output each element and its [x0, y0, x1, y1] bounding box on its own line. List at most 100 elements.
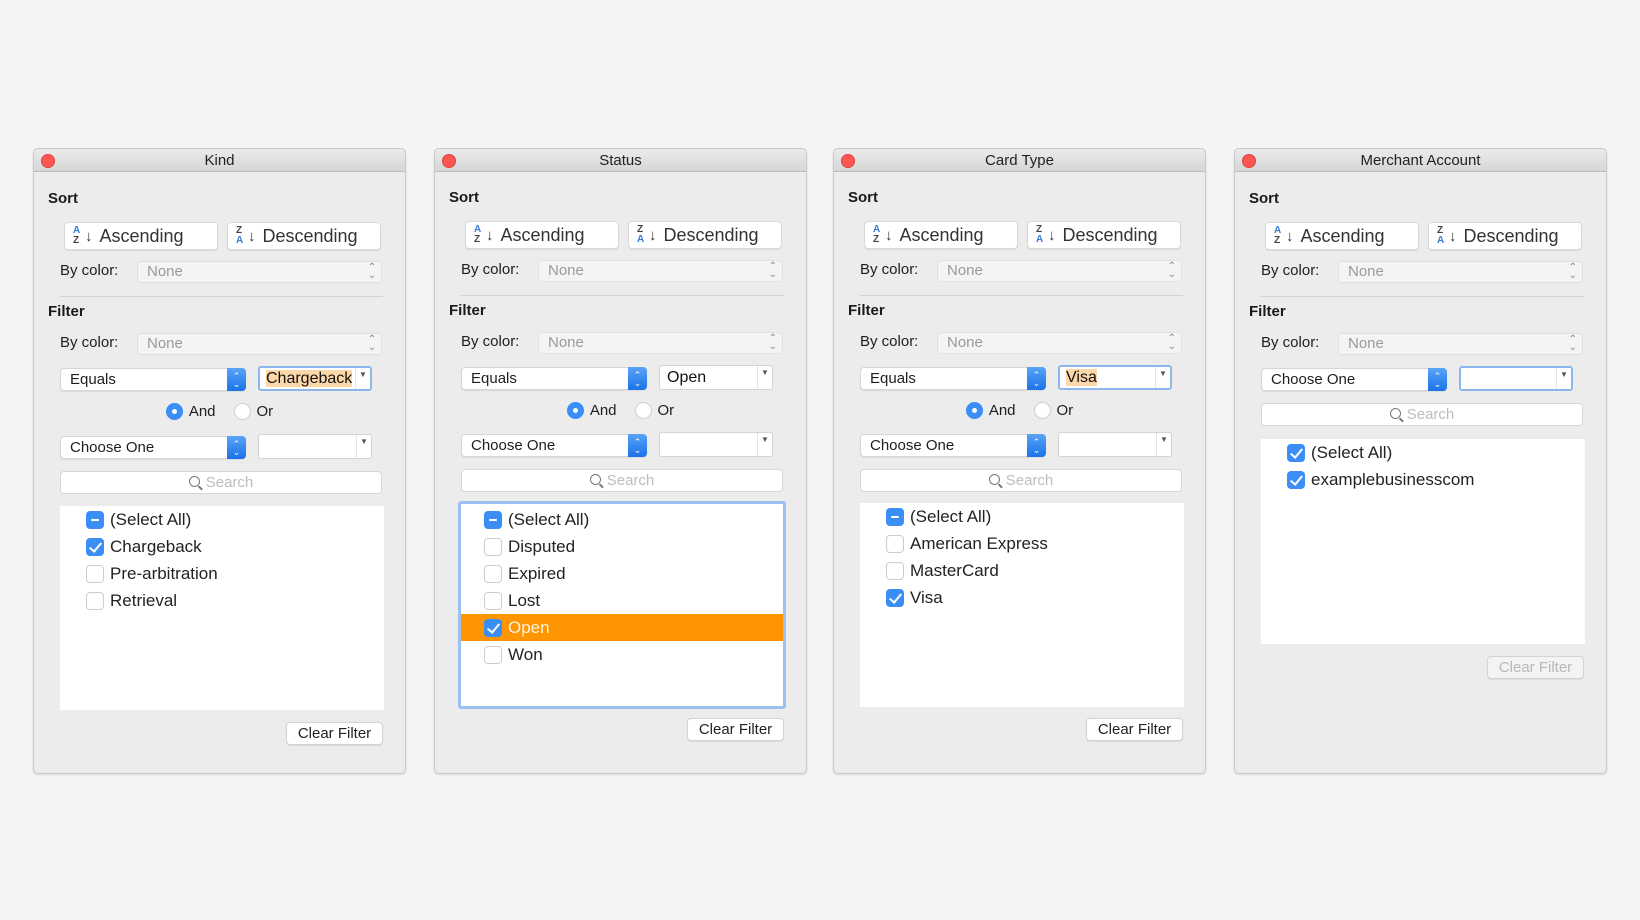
- sort-ascending-button[interactable]: AZ ↓ Ascending: [1265, 222, 1419, 250]
- close-button[interactable]: [1242, 154, 1256, 168]
- condition2-value-combobox[interactable]: ▼: [659, 432, 773, 457]
- radio-off-icon: [233, 403, 251, 420]
- condition1-value-combobox[interactable]: Visa ▼: [1058, 365, 1172, 390]
- checkbox-mixed-icon[interactable]: [886, 507, 904, 526]
- condition1-operator-select[interactable]: Equals ⌃ ⌄: [860, 367, 1046, 390]
- list-item[interactable]: Pre-arbitration: [60, 560, 384, 587]
- radio-and[interactable]: And: [566, 402, 617, 419]
- filter-by-color-select[interactable]: None ⌃ ⌄: [538, 332, 783, 354]
- dropdown-arrow-icon[interactable]: ▼: [355, 368, 370, 389]
- checkbox-checked-icon[interactable]: [1287, 470, 1305, 489]
- clear-filter-button[interactable]: Clear Filter: [687, 718, 784, 741]
- list-item[interactable]: Won: [461, 641, 783, 668]
- ascending-label: Ascending: [1300, 225, 1385, 246]
- sort-descending-button[interactable]: ZA ↓ Descending: [1027, 221, 1181, 249]
- condition1-value-combobox[interactable]: ▼: [1459, 366, 1573, 391]
- clear-filter-button[interactable]: Clear Filter: [286, 722, 383, 745]
- search-icon: [1389, 408, 1401, 419]
- list-item[interactable]: Retrieval: [60, 587, 384, 614]
- search-input[interactable]: Search: [60, 471, 382, 494]
- list-item[interactable]: American Express: [860, 530, 1184, 557]
- panel-titlebar[interactable]: Card Type: [834, 149, 1205, 172]
- condition2-operator-select[interactable]: Choose One ⌃ ⌄: [60, 436, 246, 459]
- checkbox-checked-icon[interactable]: [1287, 443, 1305, 462]
- condition1-value-combobox[interactable]: Open ▼: [659, 365, 773, 390]
- sort-by-color-select[interactable]: None ⌃ ⌄: [1338, 261, 1583, 283]
- radio-or[interactable]: Or: [1033, 402, 1074, 419]
- checkbox-checked-icon[interactable]: [886, 588, 904, 607]
- checkbox-unchecked-icon[interactable]: [484, 537, 502, 556]
- panel-titlebar[interactable]: Status: [435, 149, 806, 172]
- radio-and[interactable]: And: [165, 403, 216, 420]
- list-item-selected[interactable]: Open: [461, 614, 783, 641]
- checkbox-checked-icon[interactable]: [484, 618, 502, 637]
- condition1-operator-select[interactable]: Choose One ⌃ ⌄: [1261, 368, 1447, 391]
- sort-descending-button[interactable]: ZA ↓ Descending: [628, 221, 782, 249]
- condition2-operator-select[interactable]: Choose One ⌃ ⌄: [860, 434, 1046, 457]
- updown-chevron-icon: ⌃ ⌄: [768, 261, 777, 280]
- close-button[interactable]: [442, 154, 456, 168]
- sort-ascending-button[interactable]: AZ ↓ Ascending: [64, 222, 218, 250]
- close-button[interactable]: [841, 154, 855, 168]
- dropdown-arrow-icon[interactable]: ▼: [356, 435, 371, 458]
- checkbox-mixed-icon[interactable]: [86, 510, 104, 529]
- filter-by-color-select[interactable]: None ⌃ ⌄: [937, 332, 1182, 354]
- sort-descending-button[interactable]: ZA ↓ Descending: [227, 222, 381, 250]
- panel-titlebar[interactable]: Merchant Account: [1235, 149, 1606, 172]
- condition1-value-combobox[interactable]: Chargeback ▼: [258, 366, 372, 391]
- sort-by-color-select[interactable]: None ⌃ ⌄: [137, 261, 382, 283]
- list-item[interactable]: Disputed: [461, 533, 783, 560]
- search-input[interactable]: Search: [461, 469, 783, 492]
- radio-or[interactable]: Or: [233, 403, 273, 420]
- filter-by-color-select[interactable]: None ⌃ ⌄: [1338, 333, 1583, 355]
- condition2-value-combobox[interactable]: ▼: [258, 434, 372, 459]
- panel-titlebar[interactable]: Kind: [34, 149, 405, 172]
- radio-and[interactable]: And: [965, 402, 1016, 419]
- sort-by-color-select[interactable]: None ⌃ ⌄: [538, 260, 783, 282]
- search-input[interactable]: Search: [860, 469, 1182, 492]
- checkbox-unchecked-icon[interactable]: [484, 645, 502, 664]
- list-item[interactable]: MasterCard: [860, 557, 1184, 584]
- dropdown-arrow-icon[interactable]: ▼: [1155, 367, 1170, 388]
- radio-or[interactable]: Or: [634, 402, 674, 419]
- sort-ascending-button[interactable]: AZ ↓ Ascending: [465, 221, 619, 249]
- item-label: (Select All): [110, 509, 192, 529]
- checkbox-unchecked-icon[interactable]: [86, 591, 104, 610]
- checkbox-unchecked-icon[interactable]: [484, 591, 502, 610]
- item-label: Disputed: [508, 536, 576, 556]
- condition2-operator-select[interactable]: Choose One ⌃ ⌄: [461, 434, 647, 457]
- sort-descending-button[interactable]: ZA ↓ Descending: [1428, 222, 1582, 250]
- dropdown-arrow-icon[interactable]: ▼: [757, 366, 772, 389]
- list-item[interactable]: Lost: [461, 587, 783, 614]
- list-item[interactable]: (Select All): [860, 503, 1184, 530]
- dropdown-arrow-icon[interactable]: ▼: [1156, 433, 1171, 456]
- list-item[interactable]: Expired: [461, 560, 783, 587]
- sort-by-color-select[interactable]: None ⌃ ⌄: [937, 260, 1182, 282]
- clear-filter-button[interactable]: Clear Filter: [1086, 718, 1183, 741]
- sort-ascending-button[interactable]: AZ ↓ Ascending: [864, 221, 1018, 249]
- list-item[interactable]: (Select All): [60, 506, 384, 533]
- list-item[interactable]: Chargeback: [60, 533, 384, 560]
- checkbox-unchecked-icon[interactable]: [86, 564, 104, 583]
- list-item[interactable]: Visa: [860, 584, 1184, 611]
- checkbox-unchecked-icon[interactable]: [484, 564, 502, 583]
- list-item[interactable]: (Select All): [1261, 439, 1585, 466]
- condition1-operator-select[interactable]: Equals ⌃ ⌄: [461, 367, 647, 390]
- checkbox-checked-icon[interactable]: [86, 537, 104, 556]
- condition2-value-combobox[interactable]: ▼: [1058, 432, 1172, 457]
- dropdown-arrow-icon[interactable]: ▼: [757, 433, 772, 456]
- sort-color-value: None: [147, 263, 183, 280]
- condition1-operator-select[interactable]: Equals ⌃ ⌄: [60, 368, 246, 391]
- close-button[interactable]: [41, 154, 55, 168]
- or-label: Or: [1056, 402, 1074, 419]
- checkbox-unchecked-icon[interactable]: [886, 561, 904, 580]
- separator: [860, 295, 1183, 296]
- search-input[interactable]: Search: [1261, 403, 1583, 426]
- dropdown-arrow-icon[interactable]: ▼: [1556, 368, 1571, 389]
- checkbox-mixed-icon[interactable]: [484, 510, 502, 529]
- list-item[interactable]: examplebusinesscom: [1261, 466, 1585, 493]
- filter-by-color-select[interactable]: None ⌃ ⌄: [137, 333, 382, 355]
- list-item[interactable]: (Select All): [461, 506, 783, 533]
- clear-filter-button[interactable]: Clear Filter: [1487, 656, 1584, 679]
- checkbox-unchecked-icon[interactable]: [886, 534, 904, 553]
